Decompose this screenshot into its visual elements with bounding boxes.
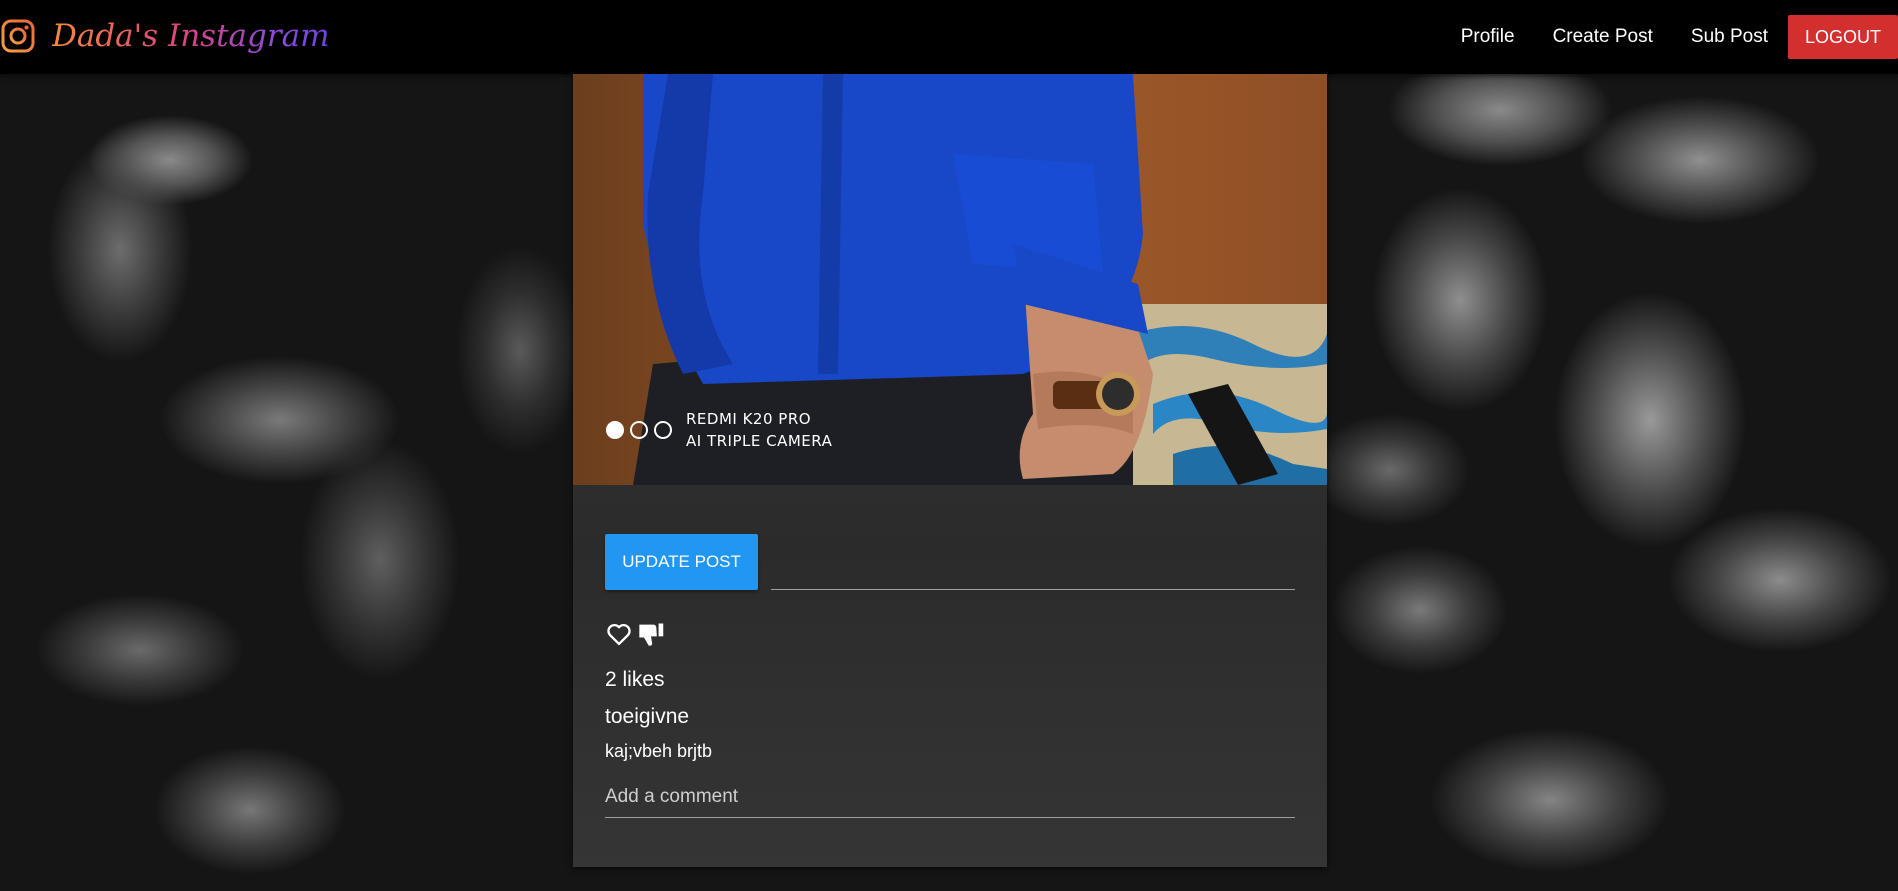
post-body: kaj;vbeh brjtb	[605, 741, 713, 761]
update-row: UPDATE POST	[605, 534, 1295, 590]
nav-sub-post-link[interactable]: Sub Post	[1691, 26, 1768, 48]
reaction-icons	[605, 618, 1295, 650]
heart-outline-icon[interactable]	[605, 620, 633, 648]
watermark-dot	[630, 421, 648, 439]
brand-name[interactable]: Dada's Instagram	[52, 18, 330, 54]
instagram-icon	[1, 19, 35, 53]
nav-profile-link[interactable]: Profile	[1461, 26, 1515, 48]
camera-watermark: REDMI K20 PRO AI TRIPLE CAMERA	[606, 408, 832, 452]
likes-count: 2 likes	[605, 668, 665, 691]
watermark-dot	[654, 421, 672, 439]
thumbs-down-icon[interactable]	[637, 620, 665, 648]
nav-create-post-link[interactable]: Create Post	[1553, 26, 1653, 48]
nav-links: Profile Create Post Sub Post LOGOUT	[1461, 15, 1898, 59]
update-post-button[interactable]: UPDATE POST	[605, 534, 759, 590]
comment-input[interactable]	[605, 777, 1295, 818]
brand-logo[interactable]: Dada's Instagram	[0, 11, 330, 61]
logout-button[interactable]: LOGOUT	[1788, 15, 1898, 59]
watermark-line1: REDMI K20 PRO	[686, 410, 812, 428]
watermark-line2: AI TRIPLE CAMERA	[686, 432, 833, 450]
update-post-input[interactable]	[771, 555, 1295, 590]
watermark-dots	[606, 421, 678, 439]
post-content: UPDATE POST 2 likes toeigivne kaj;vbeh b…	[605, 534, 1295, 818]
watermark-dot	[606, 421, 624, 439]
watermark-text: REDMI K20 PRO AI TRIPLE CAMERA	[686, 408, 832, 452]
post-title: toeigivne	[605, 705, 690, 728]
top-navbar: Dada's Instagram Profile Create Post Sub…	[0, 0, 1898, 74]
post-card: REDMI K20 PRO AI TRIPLE CAMERA UPDATE PO…	[573, 74, 1327, 867]
post-image: REDMI K20 PRO AI TRIPLE CAMERA	[573, 74, 1327, 485]
